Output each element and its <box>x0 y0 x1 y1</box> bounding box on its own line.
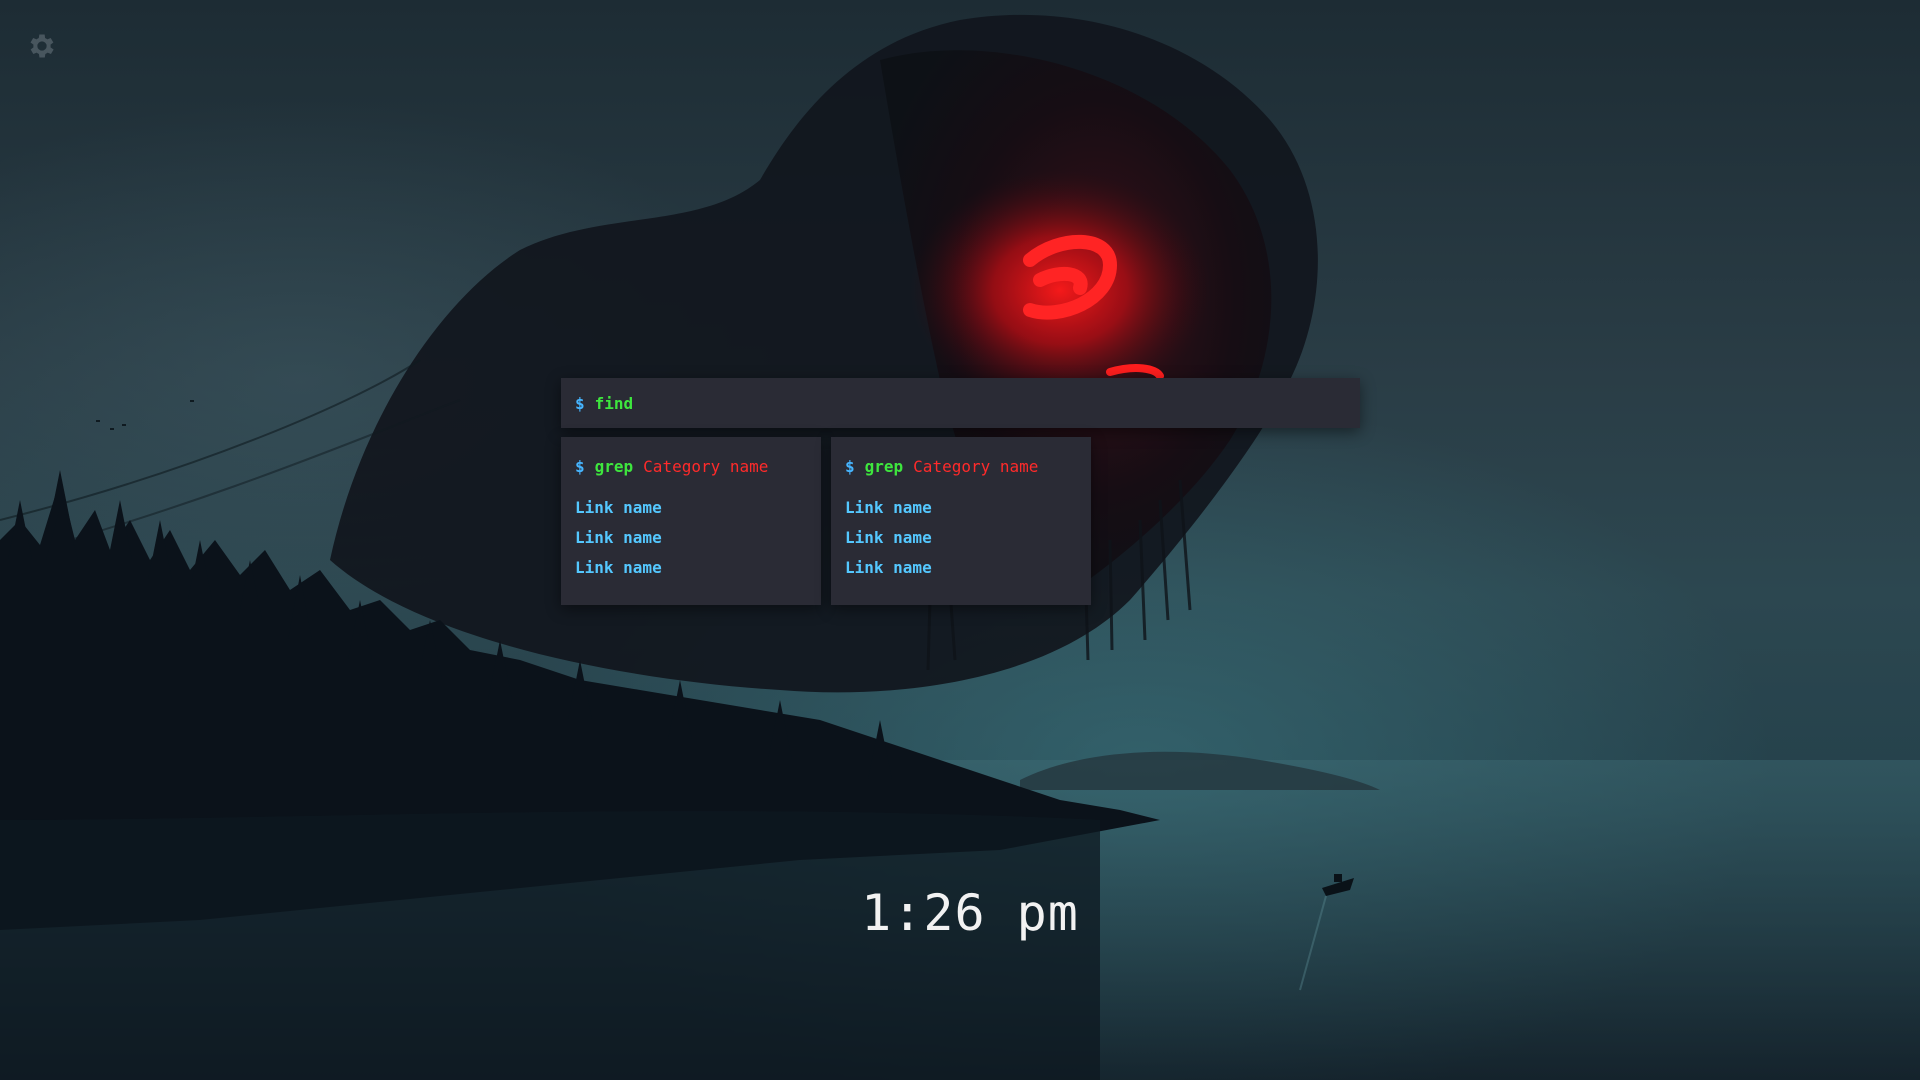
search-bar[interactable]: $ find <box>561 378 1360 428</box>
settings-button[interactable] <box>26 30 58 62</box>
search-input[interactable] <box>643 392 1346 414</box>
link-list: Link name Link name Link name <box>845 493 1077 583</box>
bookmark-link[interactable]: Link name <box>575 528 662 547</box>
category-header: $ grep Category name <box>845 455 1077 477</box>
list-item: Link name <box>575 523 807 553</box>
category-name: Category name <box>913 456 1039 476</box>
foreground-water <box>0 811 1100 1080</box>
search-prompt: $ <box>575 393 585 413</box>
category-header: $ grep Category name <box>575 455 807 477</box>
category-card: $ grep Category name Link name Link name… <box>831 437 1091 605</box>
list-item: Link name <box>845 523 1077 553</box>
category-command: grep <box>594 456 634 476</box>
category-prompt: $ <box>845 456 855 476</box>
glow-halo <box>910 170 1210 410</box>
bookmark-link[interactable]: Link name <box>575 558 662 577</box>
clock: 1:26 pm <box>861 884 1079 942</box>
search-command: find <box>594 393 634 413</box>
bookmark-link[interactable]: Link name <box>845 498 932 517</box>
bookmark-link[interactable]: Link name <box>575 498 662 517</box>
list-item: Link name <box>575 553 807 583</box>
category-card: $ grep Category name Link name Link name… <box>561 437 821 605</box>
category-name: Category name <box>643 456 769 476</box>
gear-icon <box>30 34 54 58</box>
list-item: Link name <box>575 493 807 523</box>
category-prompt: $ <box>575 456 585 476</box>
link-list: Link name Link name Link name <box>575 493 807 583</box>
list-item: Link name <box>845 553 1077 583</box>
birds <box>96 400 194 430</box>
bookmark-link[interactable]: Link name <box>845 528 932 547</box>
category-command: grep <box>864 456 904 476</box>
list-item: Link name <box>845 493 1077 523</box>
bookmark-link[interactable]: Link name <box>845 558 932 577</box>
